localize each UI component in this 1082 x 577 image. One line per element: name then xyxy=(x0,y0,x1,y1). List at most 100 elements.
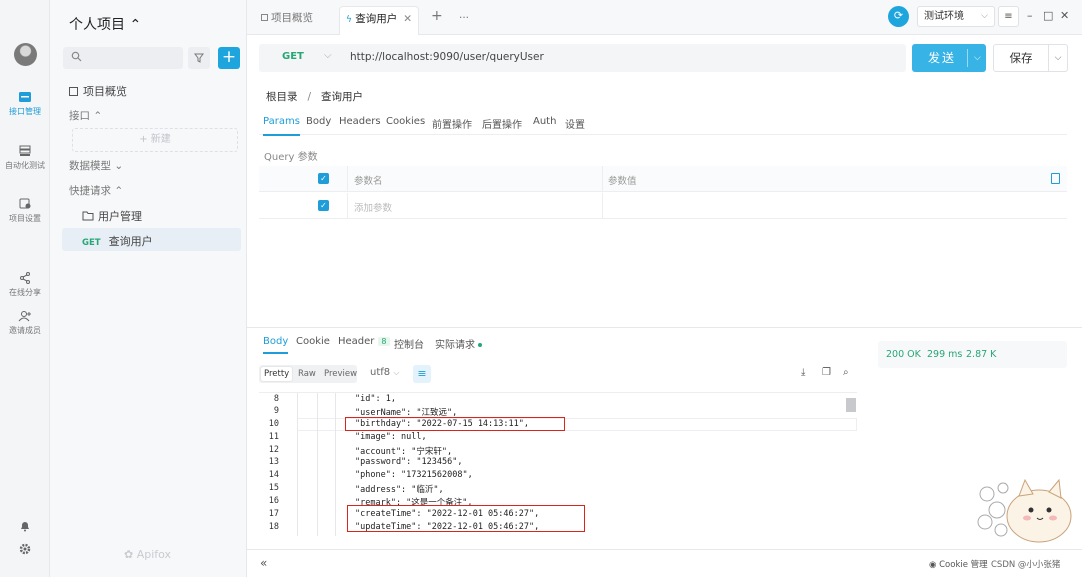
add-button[interactable]: + xyxy=(218,47,240,69)
search-icon xyxy=(71,51,82,62)
rail-item-share[interactable]: 在线分享 xyxy=(0,272,50,298)
more-tabs-button[interactable]: ··· xyxy=(453,6,475,35)
tab-settings[interactable]: 设置 xyxy=(565,116,585,131)
sidebar-section-data-models[interactable]: 数据模型 ⌄ xyxy=(69,158,123,173)
bulk-edit-icon[interactable] xyxy=(1051,173,1060,184)
line-number: 10 xyxy=(268,419,279,429)
response-time: 299 ms xyxy=(927,349,963,360)
avatar[interactable] xyxy=(14,43,37,66)
url-input[interactable]: http://localhost:9090/user/queryUser xyxy=(350,51,544,63)
rail-item-invite[interactable]: 邀请成员 xyxy=(0,310,50,336)
charset-select[interactable]: utf8 ⌵ xyxy=(370,367,399,378)
minimize-button[interactable]: – xyxy=(1027,9,1033,22)
status-code: 200 OK xyxy=(886,349,921,360)
sidebar-item-overview[interactable]: 项目概览 xyxy=(69,83,127,99)
add-param-input[interactable]: 添加参数 xyxy=(354,200,392,214)
tab-actual-request[interactable]: 实际请求 xyxy=(435,336,482,351)
bolt-icon: ϟ xyxy=(346,15,352,25)
environment-select[interactable]: 测试环境 ⌵ xyxy=(917,6,995,27)
sidebar-item-query-user[interactable]: GET 查询用户 xyxy=(82,233,153,249)
select-all-checkbox[interactable]: ✓ xyxy=(318,173,329,184)
tab-auth[interactable]: Auth xyxy=(533,116,556,127)
breadcrumb: 根目录 / 查询用户 xyxy=(266,89,363,104)
grid-icon xyxy=(261,14,268,21)
maximize-button[interactable]: □ xyxy=(1043,9,1053,22)
tab-response-body[interactable]: Body xyxy=(263,336,289,354)
invite-icon xyxy=(18,311,31,322)
gear-icon[interactable] xyxy=(0,543,50,559)
cat-mascot-image xyxy=(977,478,1072,543)
sync-icon[interactable]: ⟳ xyxy=(888,6,909,27)
search-icon[interactable]: ⌕ xyxy=(843,368,853,378)
line-number: 8 xyxy=(273,394,279,404)
notification-icon[interactable] xyxy=(0,520,50,536)
menu-icon[interactable]: ≡ xyxy=(998,6,1019,27)
send-divider xyxy=(967,49,968,67)
tab-response-cookie[interactable]: Cookie xyxy=(296,336,330,347)
tab-console[interactable]: 控制台 xyxy=(394,336,424,351)
params-add-row: ✓ 添加参数 xyxy=(259,193,1067,219)
search-input[interactable] xyxy=(87,50,177,66)
tab-bar: 项目概览 ϟ 查询用户 ✕ + ··· ⟳ 测试环境 ⌵ ≡ – □ ✕ xyxy=(247,0,1082,35)
tab-overview[interactable]: 项目概览 xyxy=(255,6,319,35)
column-divider xyxy=(602,166,603,192)
request-tabs: Params Body Headers Cookies 前置操作 后置操作 Au… xyxy=(259,110,1067,136)
tab-cookies[interactable]: Cookies xyxy=(386,116,425,127)
breadcrumb-current: 查询用户 xyxy=(321,91,364,103)
breadcrumb-separator: / xyxy=(307,91,312,103)
sidebar-folder-user-management[interactable]: 用户管理 xyxy=(82,208,142,224)
rail-item-automation[interactable]: 自动化测试 xyxy=(0,145,50,171)
chevron-down-icon[interactable]: ⌵ xyxy=(974,44,981,72)
format-raw[interactable]: Raw xyxy=(295,367,319,381)
status-bar: « ◉ Cookie 管理 CSDN @小小张猪 xyxy=(247,549,1082,577)
close-window-button[interactable]: ✕ xyxy=(1060,9,1069,22)
grid-icon xyxy=(69,87,78,96)
rail-item-project-settings[interactable]: 项目设置 xyxy=(0,198,50,224)
chevron-down-icon[interactable]: ⌵ xyxy=(324,50,332,61)
collapse-sidebar-icon[interactable]: « xyxy=(260,556,267,570)
cookie-manager-label: Cookie 管理 xyxy=(939,560,988,570)
save-button[interactable]: 保存 xyxy=(993,44,1049,72)
method-select[interactable]: GET xyxy=(282,51,304,62)
rail-item-interfaces[interactable]: 接口管理 xyxy=(0,91,50,117)
tab-label: 项目概览 xyxy=(271,12,313,24)
breadcrumb-root[interactable]: 根目录 xyxy=(266,91,298,103)
response-tabs: Body Cookie Header 8 控制台 实际请求 xyxy=(259,333,859,355)
send-button[interactable]: 发送 ⌵ xyxy=(912,44,986,72)
tab-query-user[interactable]: ϟ 查询用户 ✕ xyxy=(339,6,420,35)
chevron-down-icon: ⌵ xyxy=(981,11,988,21)
format-pretty[interactable]: Pretty xyxy=(261,367,293,381)
save-options-button[interactable]: ⌵ xyxy=(1048,44,1068,72)
code-line: "account": "宁宋轩", xyxy=(355,447,453,457)
panel-divider[interactable] xyxy=(247,327,1082,328)
copy-icon[interactable]: ❐ xyxy=(822,368,832,378)
param-checkbox[interactable]: ✓ xyxy=(318,200,329,211)
tab-pre-processors[interactable]: 前置操作 xyxy=(432,116,472,131)
wrap-toggle-icon[interactable]: ≡ xyxy=(413,365,431,383)
cookie-manager-button[interactable]: ◉ Cookie 管理 xyxy=(929,558,988,570)
tab-post-processors[interactable]: 后置操作 xyxy=(482,116,522,131)
new-interface-button[interactable]: + 新建 xyxy=(72,128,238,152)
filter-button[interactable] xyxy=(188,47,210,69)
param-value-header: 参数值 xyxy=(608,176,637,187)
format-preview[interactable]: Preview xyxy=(321,367,360,381)
close-icon[interactable]: ✕ xyxy=(403,13,412,25)
sidebar-section-quick-requests[interactable]: 快捷请求 ⌃ xyxy=(69,183,123,198)
response-meta: 200 OK 299 ms 2.87 K xyxy=(878,341,1067,368)
icon-rail: 接口管理 自动化测试 项目设置 在线分享 邀请成员 xyxy=(0,0,50,577)
tab-headers[interactable]: Headers xyxy=(339,116,381,127)
tab-params[interactable]: Params xyxy=(263,116,300,136)
line-number: 11 xyxy=(268,432,279,442)
rail-label: 在线分享 xyxy=(9,288,41,297)
vertical-scrollbar[interactable] xyxy=(846,398,856,412)
tab-body[interactable]: Body xyxy=(306,116,331,127)
download-icon[interactable]: ⤓ xyxy=(801,368,811,378)
sidebar-section-interfaces[interactable]: 接口 ⌃ xyxy=(69,108,102,123)
format-switcher: Pretty Raw Preview xyxy=(259,365,357,383)
tab-label: 查询用户 xyxy=(355,13,398,25)
project-title[interactable]: 个人项目 ⌃ xyxy=(69,14,141,34)
add-tab-button[interactable]: + xyxy=(425,4,449,33)
column-divider xyxy=(602,193,603,219)
rail-label: 自动化测试 xyxy=(5,161,45,170)
tab-response-header[interactable]: Header 8 xyxy=(338,336,390,347)
